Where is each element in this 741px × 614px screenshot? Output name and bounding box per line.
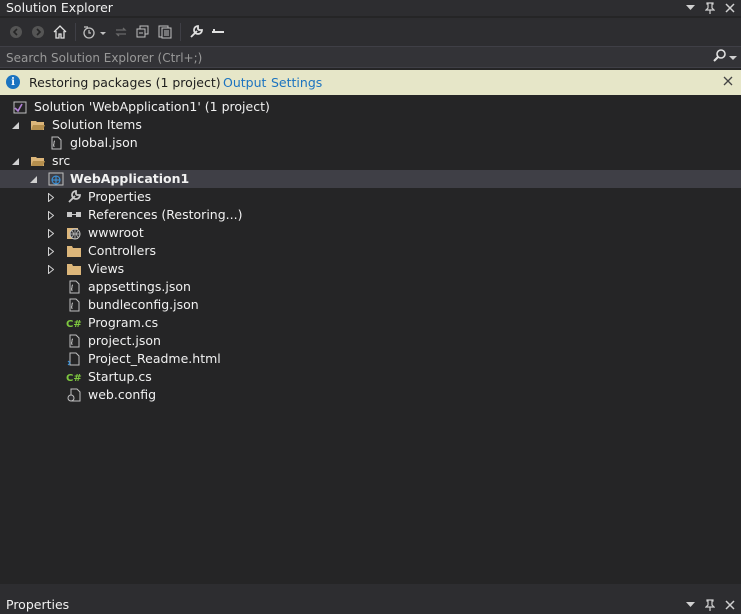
tree-item[interactable]: web.config (0, 386, 741, 404)
properties-wrench-icon[interactable] (186, 21, 206, 43)
tree-item[interactable]: References (Restoring...) (0, 206, 741, 224)
close-icon[interactable] (723, 1, 737, 15)
solution-icon (12, 99, 28, 115)
solution-tree: Solution 'WebApplication1' (1 project) So… (0, 98, 741, 584)
tree-item-label: WebApplication1 (70, 171, 190, 186)
tree-item[interactable]: src (0, 152, 741, 170)
tree-item-label: Solution Items (52, 117, 142, 132)
json-file-icon (66, 333, 82, 349)
info-message: Restoring packages (1 project) (29, 75, 221, 90)
tree-item-label: Properties (88, 189, 152, 204)
history-icon[interactable] (81, 21, 109, 43)
folder-icon (66, 243, 82, 259)
tree-item-label: Solution 'WebApplication1' (1 project) (34, 99, 270, 114)
sync-icon[interactable] (111, 21, 131, 43)
tree-item[interactable]: bundleconfig.json (0, 296, 741, 314)
search-icon[interactable] (713, 49, 727, 66)
home-icon[interactable] (50, 21, 70, 43)
tree-item-label: project.json (88, 333, 161, 348)
html-file-icon (66, 351, 82, 367)
tree-item[interactable]: C# Startup.cs (0, 368, 741, 386)
window-title: Solution Explorer (6, 0, 113, 15)
expanded-arrow-icon[interactable] (10, 116, 20, 134)
collapse-all-icon[interactable] (133, 21, 153, 43)
collapsed-arrow-icon[interactable] (46, 188, 56, 206)
tree-item[interactable]: C# Program.cs (0, 314, 741, 332)
tree-item[interactable]: Properties (0, 188, 741, 206)
collapsed-arrow-icon[interactable] (46, 224, 56, 242)
close-icon[interactable] (723, 598, 737, 612)
tree-item-label: bundleconfig.json (88, 297, 199, 312)
tree-item[interactable]: WebApplication1 (0, 170, 741, 188)
search-input[interactable] (0, 47, 708, 69)
info-icon: i (6, 75, 20, 89)
tree-item-label: appsettings.json (88, 279, 191, 294)
collapsed-arrow-icon[interactable] (46, 242, 56, 260)
tree-item-label: Startup.cs (88, 369, 152, 384)
toolbar-separator (180, 23, 181, 41)
tree-item[interactable]: Controllers (0, 242, 741, 260)
json-file-icon (66, 297, 82, 313)
close-infobar-icon[interactable] (723, 74, 733, 90)
collapsed-arrow-icon[interactable] (46, 260, 56, 278)
tree-item[interactable]: global.json (0, 134, 741, 152)
output-link[interactable]: Output (223, 75, 266, 90)
tree-item-label: Program.cs (88, 315, 159, 330)
config-file-icon (66, 387, 82, 403)
tree-item-label: src (52, 153, 71, 168)
references-icon (66, 207, 82, 223)
info-bar: i Restoring packages (1 project) Output … (0, 70, 741, 95)
csharp-file-icon: C# (66, 315, 82, 331)
show-all-files-icon[interactable] (155, 21, 175, 43)
collapsed-arrow-icon[interactable] (46, 206, 56, 224)
toolbar (0, 18, 741, 46)
folder-icon (66, 261, 82, 277)
panel-splitter[interactable] (0, 584, 741, 596)
tree-item[interactable]: project.json (0, 332, 741, 350)
search-bar (0, 46, 741, 69)
tree-item[interactable]: Solution 'WebApplication1' (1 project) (0, 98, 741, 116)
settings-link[interactable]: Settings (271, 75, 322, 90)
tree-item-label: References (Restoring...) (88, 207, 243, 222)
dropdown-arrow-icon[interactable] (683, 598, 697, 612)
search-options-dropdown-icon[interactable] (729, 51, 737, 65)
csharp-file-icon: C# (66, 369, 82, 385)
wrench-icon (66, 189, 82, 205)
tree-item[interactable]: Views (0, 260, 741, 278)
web-project-icon (48, 171, 64, 187)
json-file-icon (48, 135, 64, 151)
globe-icon (66, 225, 82, 241)
folder-open-icon (30, 153, 46, 169)
tree-item-label: web.config (88, 387, 157, 402)
properties-panel-title-bar: Properties (0, 596, 741, 614)
preview-icon[interactable] (208, 21, 228, 43)
tree-item[interactable]: Project_Readme.html (0, 350, 741, 368)
title-bar: Solution Explorer (0, 0, 741, 16)
tree-item[interactable]: Solution Items (0, 116, 741, 134)
tree-item-label: Controllers (88, 243, 156, 258)
forward-icon[interactable] (28, 21, 48, 43)
tree-item[interactable]: appsettings.json (0, 278, 741, 296)
tree-item-label: wwwroot (88, 225, 144, 240)
properties-panel-title: Properties (6, 597, 70, 612)
back-icon[interactable] (6, 21, 26, 43)
toolbar-separator (75, 23, 76, 41)
tree-item-label: global.json (70, 135, 138, 150)
svg-text:C#: C# (66, 319, 82, 329)
tree-item-label: Views (88, 261, 125, 276)
tree-item[interactable]: wwwroot (0, 224, 741, 242)
tree-item-label: Project_Readme.html (88, 351, 221, 366)
pin-icon[interactable] (703, 598, 717, 612)
svg-text:C#: C# (66, 373, 82, 383)
folder-open-icon (30, 117, 46, 133)
expanded-arrow-icon[interactable] (10, 152, 20, 170)
json-file-icon (66, 279, 82, 295)
dropdown-arrow-icon[interactable] (683, 1, 697, 15)
expanded-arrow-icon[interactable] (28, 170, 38, 188)
pin-icon[interactable] (703, 1, 717, 15)
